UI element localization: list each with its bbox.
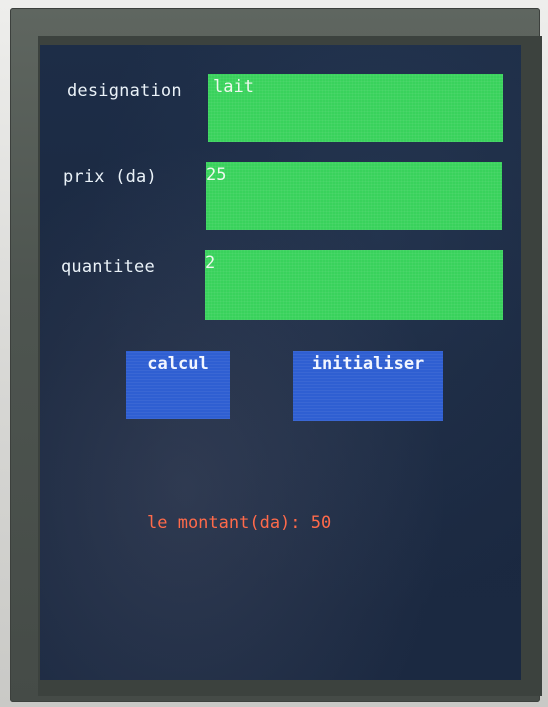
montant-result: le montant(da): 50 [147,513,332,533]
quantite-field[interactable]: 2 [205,250,503,320]
calcul-button[interactable]: calcul [126,351,230,419]
lcd-screen: designation lait prix (da) 25 quantitee … [40,45,521,680]
designation-label: designation [67,81,182,101]
prix-field[interactable]: 25 [206,162,502,230]
prix-label: prix (da) [63,167,157,187]
designation-field[interactable]: lait [208,74,503,142]
initialiser-button[interactable]: initialiser [293,351,443,421]
quantite-label: quantitee [61,257,155,277]
